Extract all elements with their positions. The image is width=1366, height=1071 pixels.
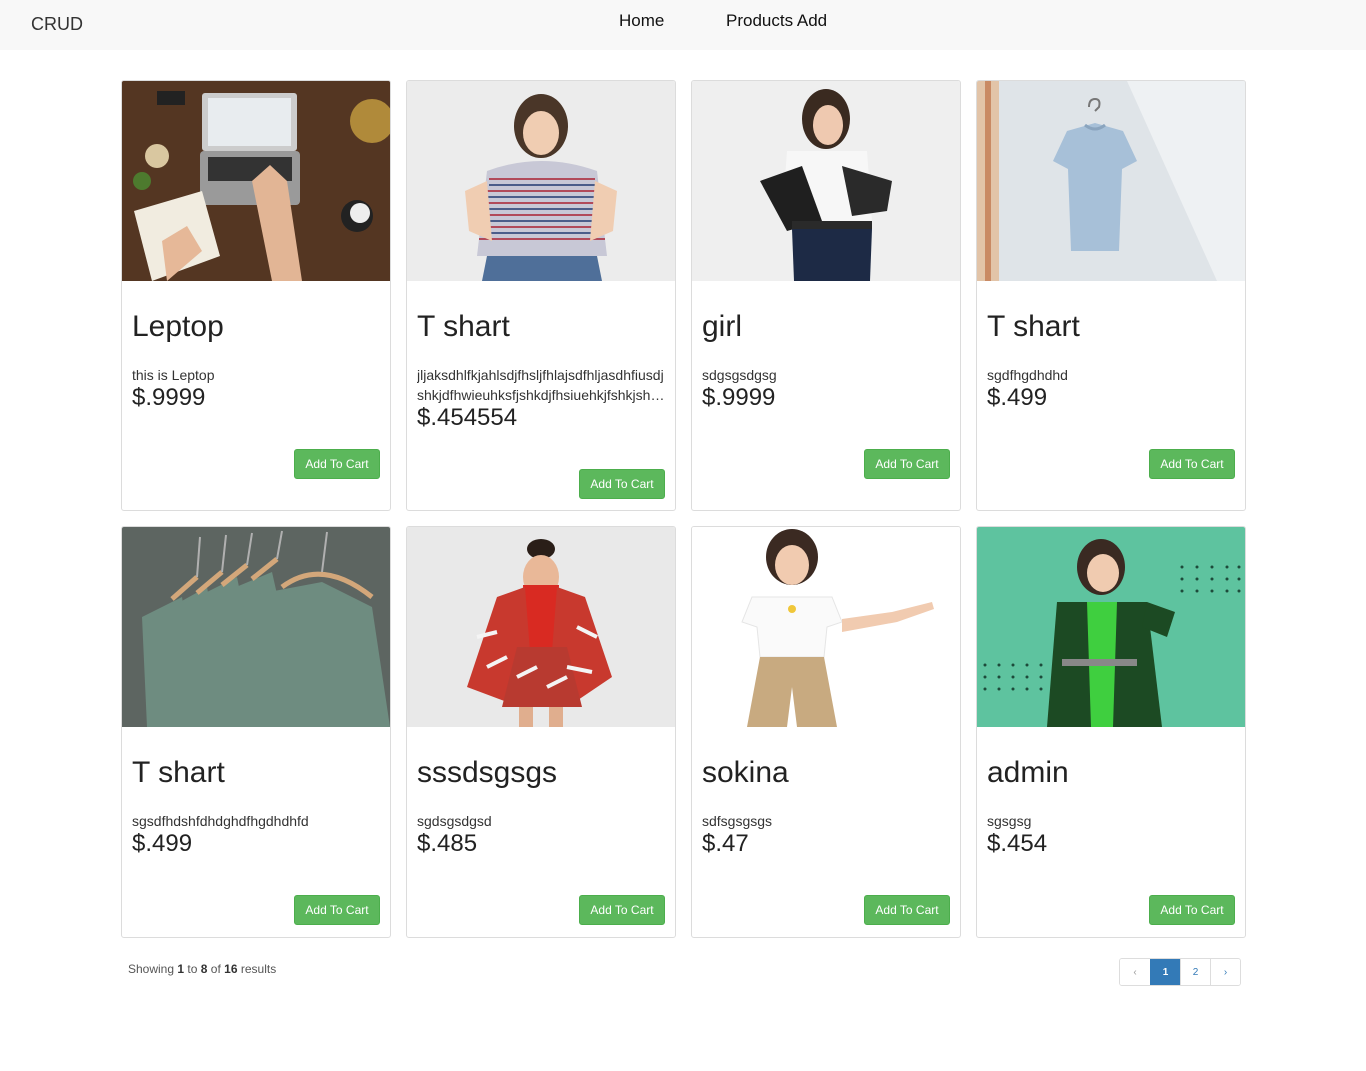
showing-label: Showing bbox=[128, 962, 175, 976]
add-to-cart-button[interactable]: Add To Cart bbox=[1149, 895, 1235, 925]
navbar: CRUD Home Products Add bbox=[0, 0, 1366, 50]
page-1-button[interactable]: 1 bbox=[1150, 959, 1180, 985]
add-to-cart-button[interactable]: Add To Cart bbox=[864, 895, 950, 925]
product-image bbox=[122, 527, 390, 727]
add-to-cart-button[interactable]: Add To Cart bbox=[579, 895, 665, 925]
product-description: this is Leptop bbox=[132, 367, 215, 383]
prev-page-button[interactable]: ‹ bbox=[1120, 959, 1150, 985]
product-card: girl sdgsgsdgsg $.9999 Add To Cart bbox=[691, 80, 961, 511]
product-price: $.9999 bbox=[702, 384, 776, 411]
add-to-cart-button[interactable]: Add To Cart bbox=[1149, 449, 1235, 479]
product-title: Leptop bbox=[132, 310, 224, 343]
product-price: $.454 bbox=[987, 830, 1048, 857]
product-image bbox=[692, 81, 960, 281]
product-description: jljaksdhlfkjahlsdjfhsljfhlajsdfhljasdhfi… bbox=[417, 367, 664, 403]
product-image bbox=[122, 81, 390, 281]
product-description: sdfsgsgsgs bbox=[702, 813, 773, 829]
add-to-cart-button[interactable]: Add To Cart bbox=[864, 449, 950, 479]
product-card: T shart sgsdfhdshfdhdghdfhgdhdhfd $.499 … bbox=[121, 526, 391, 938]
product-price: $.499 bbox=[132, 830, 193, 857]
product-description: sgsgsg bbox=[987, 813, 1032, 829]
product-image bbox=[977, 81, 1245, 281]
product-card: Leptop this is Leptop $.9999 Add To Cart bbox=[121, 80, 391, 511]
pagination: ‹ 1 2 › bbox=[1119, 958, 1241, 986]
product-card: admin sgsgsg $.454 Add To Cart bbox=[976, 526, 1246, 938]
product-description: sgdfhgdhdhd bbox=[987, 367, 1068, 383]
page-2-button[interactable]: 2 bbox=[1180, 959, 1210, 985]
of-label: of bbox=[210, 962, 221, 976]
product-title: sssdsgsgs bbox=[417, 756, 558, 789]
results-from: 1 bbox=[177, 962, 185, 976]
add-to-cart-button[interactable]: Add To Cart bbox=[294, 895, 380, 925]
brand-link[interactable]: CRUD bbox=[31, 14, 83, 35]
product-image bbox=[407, 527, 675, 727]
nav-products-add-link[interactable]: Products Add bbox=[726, 11, 827, 31]
nav-home-link[interactable]: Home bbox=[619, 11, 664, 31]
results-total: 16 bbox=[224, 962, 238, 976]
product-card: T shart jljaksdhlfkjahlsdjfhsljfhlajsdfh… bbox=[406, 80, 676, 511]
product-description: sdgsgsdgsg bbox=[702, 367, 777, 383]
product-price: $.9999 bbox=[132, 384, 206, 411]
add-to-cart-button[interactable]: Add To Cart bbox=[294, 449, 380, 479]
product-description: sgdsgsdgsd bbox=[417, 813, 492, 829]
product-price: $.454554 bbox=[417, 404, 518, 431]
results-label: results bbox=[240, 962, 277, 976]
product-title: girl bbox=[702, 310, 743, 343]
product-card: sokina sdfsgsgsgs $.47 Add To Cart bbox=[691, 526, 961, 938]
results-summary: Showing 1 to 8 of 16 results bbox=[128, 962, 276, 976]
product-card: T shart sgdfhgdhdhd $.499 Add To Cart bbox=[976, 80, 1246, 511]
product-title: T shart bbox=[417, 310, 510, 343]
product-title: admin bbox=[987, 756, 1069, 789]
product-title: T shart bbox=[132, 756, 225, 789]
product-image bbox=[692, 527, 960, 727]
product-price: $.47 bbox=[702, 830, 749, 857]
product-title: sokina bbox=[702, 756, 789, 789]
to-label: to bbox=[187, 962, 198, 976]
product-image bbox=[407, 81, 675, 281]
product-card: sssdsgsgs sgdsgsdgsd $.485 Add To Cart bbox=[406, 526, 676, 938]
product-title: T shart bbox=[987, 310, 1080, 343]
next-page-button[interactable]: › bbox=[1210, 959, 1240, 985]
product-price: $.499 bbox=[987, 384, 1048, 411]
product-price: $.485 bbox=[417, 830, 478, 857]
add-to-cart-button[interactable]: Add To Cart bbox=[579, 469, 665, 499]
product-description: sgsdfhdshfdhdghdfhgdhdhfd bbox=[132, 813, 309, 829]
product-image bbox=[977, 527, 1245, 727]
results-to: 8 bbox=[200, 962, 208, 976]
